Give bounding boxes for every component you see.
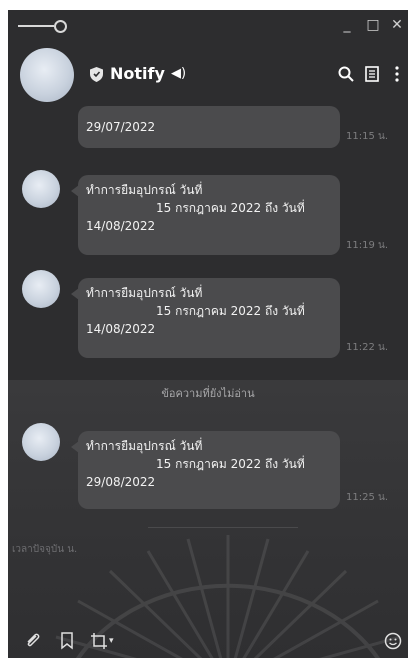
message-toolbar: ▾ [8, 624, 408, 658]
message-date: 14/08/2022 [86, 219, 156, 233]
speaker-icon: ◀) [171, 66, 187, 81]
seen-status: เวลาปัจจุบัน น. [12, 544, 78, 555]
crop-screenshot-icon[interactable] [90, 632, 108, 650]
message-line: 15 กรกฎาคม 2022 ถึง วันที่ [156, 201, 305, 215]
message-line: ทำการยืมอุปกรณ์ วันที่ [86, 183, 203, 197]
sender-avatar[interactable] [22, 170, 60, 208]
message-line: 15 กรกฎาคม 2022 ถึง วันที่ [156, 457, 305, 471]
divider [148, 527, 298, 528]
minimize-button[interactable]: _ [338, 16, 356, 34]
chevron-down-icon[interactable]: ▾ [109, 636, 114, 646]
maximize-button[interactable]: □ [364, 16, 382, 34]
message-bubble: ทำการยืมอุปกรณ์ วันที่ 15 กรกฎาคม 2022 ถ… [71, 431, 340, 509]
notes-icon[interactable] [365, 66, 379, 82]
message-bubble: ทำการยืมอุปกรณ์ วันที่ 15 กรกฎาคม 2022 ถ… [71, 175, 340, 255]
opacity-slider-track[interactable] [18, 25, 54, 27]
message-date: 29/08/2022 [86, 475, 156, 489]
bookmark-icon[interactable] [60, 632, 74, 650]
emoji-icon[interactable] [384, 632, 402, 650]
chat-avatar[interactable] [20, 48, 74, 102]
paperclip-icon[interactable] [24, 632, 42, 650]
message-line: 15 กรกฎาคม 2022 ถึง วันที่ [156, 304, 305, 318]
search-icon[interactable] [338, 66, 354, 82]
message-time: 11:25 น. [346, 492, 389, 503]
opacity-slider-knob[interactable] [54, 20, 67, 33]
shield-icon [90, 67, 103, 82]
chat-title: Notify [110, 64, 165, 83]
more-options-icon[interactable] [394, 66, 400, 82]
message-bubble: 29/07/2022 [78, 106, 340, 148]
message-bubble: ทำการยืมอุปกรณ์ วันที่ 15 กรกฎาคม 2022 ถ… [71, 278, 340, 358]
message-time: 11:15 น. [346, 131, 389, 142]
message-time: 11:22 น. [346, 342, 389, 353]
chat-window: _ □ ✕ Notify ◀) 29/07/2022 11:15 น. ทำกา… [8, 10, 408, 658]
chat-header: Notify ◀) [8, 40, 408, 110]
unread-messages-divider: ข้อความที่ยังไม่อ่าน [161, 387, 255, 400]
message-line: ทำการยืมอุปกรณ์ วันที่ [86, 439, 203, 453]
sender-avatar[interactable] [22, 270, 60, 308]
close-button[interactable]: ✕ [388, 16, 406, 34]
title-bar: _ □ ✕ [8, 10, 408, 40]
message-line: ทำการยืมอุปกรณ์ วันที่ [86, 286, 203, 300]
message-date: 29/07/2022 [86, 120, 156, 134]
message-date: 14/08/2022 [86, 322, 156, 336]
sender-avatar[interactable] [22, 423, 60, 461]
message-time: 11:19 น. [346, 240, 389, 251]
